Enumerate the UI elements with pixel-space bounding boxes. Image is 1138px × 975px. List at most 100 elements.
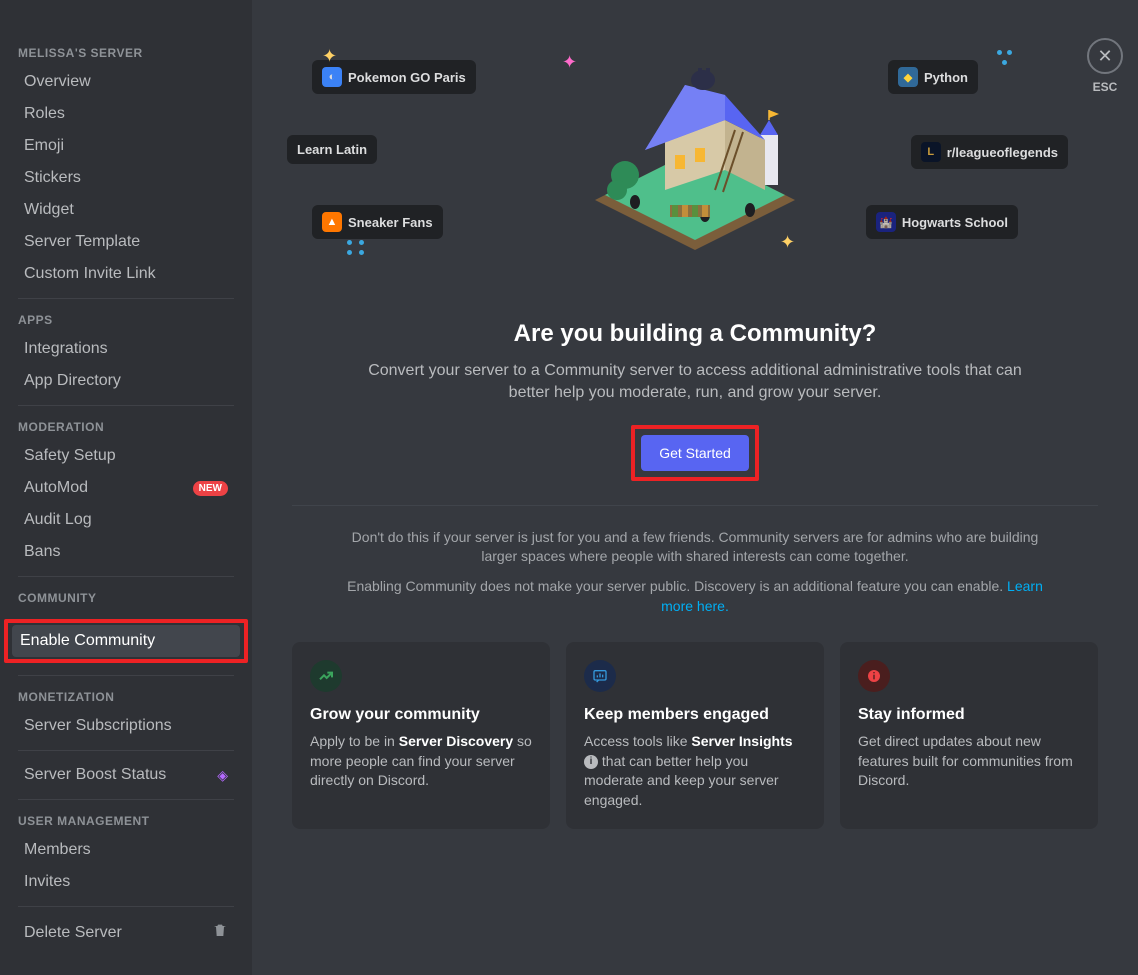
chip-label: Sneaker Fans <box>348 215 433 230</box>
divider <box>18 750 234 751</box>
hero-illustration-area: ◐ Pokemon GO Paris ◆ Python Learn Latin … <box>292 40 1098 300</box>
sidebar-item-app-directory[interactable]: App Directory <box>16 365 236 397</box>
sidebar-header-moderation: MODERATION <box>16 414 236 440</box>
sidebar-item-custom-invite[interactable]: Custom Invite Link <box>16 258 236 290</box>
sidebar-item-automod[interactable]: AutoMod NEW <box>16 472 236 504</box>
divider <box>18 405 234 406</box>
sidebar-header-apps: APPS <box>16 307 236 333</box>
sparkle-icon: ✦ <box>322 46 337 67</box>
sidebar-item-members[interactable]: Members <box>16 834 236 866</box>
trash-icon <box>212 922 228 943</box>
chip-label: Python <box>924 70 968 85</box>
sidebar-item-label: Members <box>24 841 91 859</box>
sidebar-item-label: Server Boost Status <box>24 766 166 784</box>
sidebar-header-community: COMMUNITY <box>16 585 236 611</box>
sidebar-item-label: Roles <box>24 105 65 123</box>
sidebar-header-user-management: USER MANAGEMENT <box>16 808 236 834</box>
chip-label: Pokemon GO Paris <box>348 70 466 85</box>
card-title: Stay informed <box>858 706 1080 724</box>
divider <box>18 906 234 907</box>
divider <box>18 298 234 299</box>
server-chip-python: ◆ Python <box>888 60 978 94</box>
highlight-enable-community: Enable Community <box>4 619 248 663</box>
sidebar-item-label: AutoMod <box>24 479 88 497</box>
card-keep-engaged: Keep members engaged Access tools like S… <box>566 642 824 828</box>
highlight-get-started: Get Started <box>631 425 759 481</box>
dots-decoration <box>993 50 1013 70</box>
sidebar-item-label: Invites <box>24 873 70 891</box>
server-chip-league: L r/leagueoflegends <box>911 135 1068 169</box>
sidebar-item-label: Bans <box>24 543 60 561</box>
feature-cards: Grow your community Apply to be in Serve… <box>292 642 1098 828</box>
card-body: Get direct updates about new features bu… <box>858 732 1080 791</box>
card-stay-informed: Stay informed Get direct updates about n… <box>840 642 1098 828</box>
chat-insights-icon <box>584 660 616 692</box>
page-title: Are you building a Community? <box>292 320 1098 348</box>
sidebar-item-emoji[interactable]: Emoji <box>16 130 236 162</box>
sidebar-item-delete-server[interactable]: Delete Server <box>16 915 236 950</box>
sidebar-item-label: Safety Setup <box>24 447 116 465</box>
sidebar-item-label: Server Subscriptions <box>24 717 172 735</box>
settings-sidebar: MELISSA'S SERVER Overview Roles Emoji St… <box>0 0 252 975</box>
sidebar-item-label: Custom Invite Link <box>24 265 156 283</box>
sidebar-item-label: Delete Server <box>24 924 122 942</box>
sidebar-item-invites[interactable]: Invites <box>16 866 236 898</box>
fineprint-warning: Don't do this if your server is just for… <box>345 528 1045 567</box>
sidebar-item-label: Enable Community <box>20 632 155 650</box>
card-grow-community: Grow your community Apply to be in Serve… <box>292 642 550 828</box>
sidebar-item-audit-log[interactable]: Audit Log <box>16 504 236 536</box>
chip-label: Hogwarts School <box>902 215 1008 230</box>
card-title: Grow your community <box>310 706 532 724</box>
card-title: Keep members engaged <box>584 706 806 724</box>
sidebar-item-boost-status[interactable]: Server Boost Status ◈ <box>16 759 236 791</box>
sidebar-item-label: Integrations <box>24 340 108 358</box>
sidebar-item-label: Server Template <box>24 233 140 251</box>
sidebar-item-label: App Directory <box>24 372 121 390</box>
main-content: ✕ ESC ◐ Pokemon GO Paris ◆ Python Learn … <box>252 0 1138 975</box>
sneaker-icon: ▲ <box>322 212 342 232</box>
divider <box>18 799 234 800</box>
boost-icon: ◈ <box>217 767 228 784</box>
chip-label: r/leagueoflegends <box>947 145 1058 160</box>
sidebar-item-label: Stickers <box>24 169 81 187</box>
sidebar-item-integrations[interactable]: Integrations <box>16 333 236 365</box>
fineprint-text: Enabling Community does not make your se… <box>347 578 1007 594</box>
sidebar-item-roles[interactable]: Roles <box>16 98 236 130</box>
sidebar-item-bans[interactable]: Bans <box>16 536 236 568</box>
chip-label: Learn Latin <box>297 142 367 157</box>
divider <box>18 576 234 577</box>
sidebar-item-safety-setup[interactable]: Safety Setup <box>16 440 236 472</box>
page-subtitle: Convert your server to a Community serve… <box>355 360 1035 405</box>
get-started-button[interactable]: Get Started <box>641 435 749 471</box>
sidebar-item-enable-community[interactable]: Enable Community <box>12 625 240 657</box>
sidebar-item-overview[interactable]: Overview <box>16 66 236 98</box>
sidebar-item-server-subscriptions[interactable]: Server Subscriptions <box>16 710 236 742</box>
sidebar-item-label: Emoji <box>24 137 64 155</box>
league-icon: L <box>921 142 941 162</box>
sidebar-header-monetization: MONETIZATION <box>16 684 236 710</box>
dots-decoration <box>347 240 367 260</box>
info-alert-icon <box>858 660 890 692</box>
info-icon: i <box>584 755 598 769</box>
divider <box>292 505 1098 506</box>
sidebar-item-label: Widget <box>24 201 74 219</box>
divider <box>18 675 234 676</box>
fineprint-discovery: Enabling Community does not make your se… <box>345 577 1045 616</box>
sidebar-header-server: MELISSA'S SERVER <box>16 40 236 66</box>
sidebar-item-label: Audit Log <box>24 511 92 529</box>
card-body: Apply to be in Server Discovery so more … <box>310 732 532 791</box>
sidebar-item-server-template[interactable]: Server Template <box>16 226 236 258</box>
new-badge: NEW <box>193 481 228 496</box>
server-chip-latin: Learn Latin <box>287 135 377 164</box>
card-body: Access tools like Server Insights i that… <box>584 732 806 810</box>
trend-up-icon <box>310 660 342 692</box>
server-chip-hogwarts: 🏰 Hogwarts School <box>866 205 1018 239</box>
sidebar-item-widget[interactable]: Widget <box>16 194 236 226</box>
sidebar-item-label: Overview <box>24 73 91 91</box>
community-house-illustration <box>575 40 815 260</box>
python-icon: ◆ <box>898 67 918 87</box>
pokeball-icon: ◐ <box>322 67 342 87</box>
server-chip-sneaker: ▲ Sneaker Fans <box>312 205 443 239</box>
castle-icon: 🏰 <box>876 212 896 232</box>
sidebar-item-stickers[interactable]: Stickers <box>16 162 236 194</box>
